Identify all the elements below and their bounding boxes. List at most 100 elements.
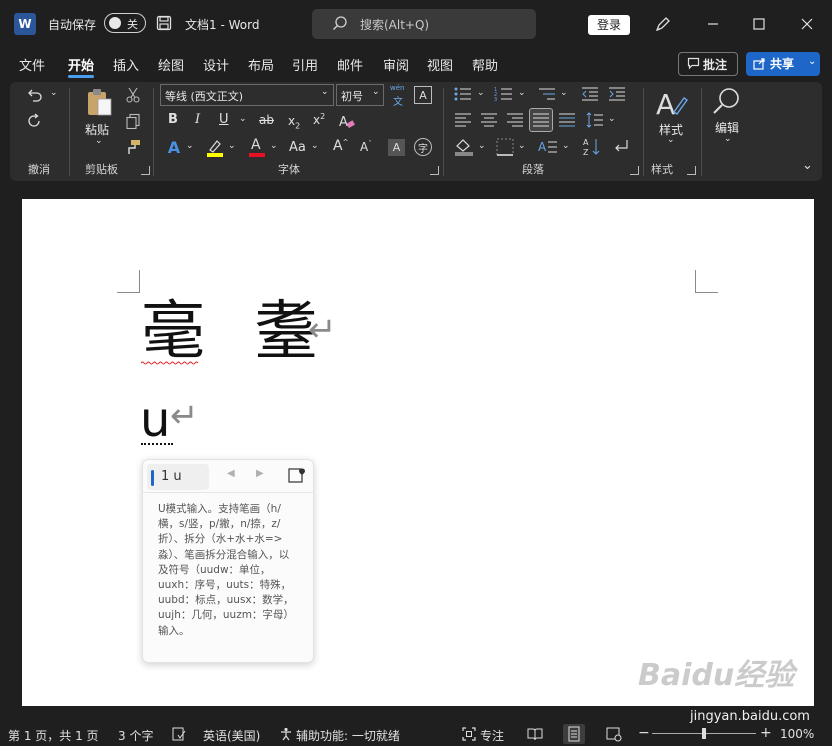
share-button[interactable]: 共享 ⌄ [746,52,820,76]
web-layout-icon[interactable] [606,726,622,742]
focus-label[interactable]: 专注 [480,727,504,744]
tab-draw[interactable]: 绘图 [158,55,184,74]
character-shading-icon[interactable]: A [388,139,405,156]
language[interactable]: 英语(美国) [203,727,260,744]
borders-dropdown-icon[interactable]: ⌄ [518,141,526,151]
enclose-characters-icon[interactable]: 字 [414,138,432,156]
multilevel-dropdown-icon[interactable]: ⌄ [560,88,568,98]
font-name-dropdown[interactable]: 等线 (西文正文) ⌄ [160,84,334,106]
tab-mailings[interactable]: 邮件 [337,55,363,74]
redo-icon[interactable] [24,112,44,130]
ime-favorite-icon[interactable] [287,466,305,484]
bold-icon[interactable]: B [168,112,178,127]
align-left-icon[interactable] [454,112,472,128]
close-icon[interactable] [792,10,822,38]
shading-dropdown-icon[interactable]: ⌄ [478,141,486,151]
undo-dropdown-icon[interactable]: ⌄ [50,88,58,98]
italic-icon[interactable]: I [195,112,200,127]
distributed-icon[interactable] [558,112,576,128]
align-center-icon[interactable] [480,112,498,128]
borders-icon[interactable] [496,138,514,156]
tab-file[interactable]: 文件 [19,55,45,74]
zoom-in-icon[interactable]: + [760,725,772,741]
copy-icon[interactable] [124,112,142,130]
line-spacing-icon[interactable] [586,111,604,129]
phonetic-guide-icon[interactable]: wén 文 [390,84,406,108]
font-launcher-icon[interactable] [430,166,439,175]
change-case-dropdown-icon[interactable]: ⌄ [311,141,319,151]
styles-icon[interactable]: A [656,88,688,121]
chinese-layout-dropdown-icon[interactable]: ⌄ [562,141,570,151]
chinese-layout-icon[interactable]: A [538,138,558,156]
tab-references[interactable]: 引用 [292,55,318,74]
search-icon[interactable] [712,86,742,116]
grow-font-icon[interactable]: A^ [333,138,348,154]
styles-launcher-icon[interactable] [687,166,696,175]
proofing-icon[interactable] [172,727,186,741]
tab-design[interactable]: 设计 [203,55,229,74]
page-info[interactable]: 第 1 页，共 1 页 [8,727,99,744]
font-color-icon[interactable]: A [248,137,266,157]
clipboard-launcher-icon[interactable] [141,166,150,175]
focus-icon[interactable] [462,727,476,741]
comments-button[interactable]: 批注 [678,52,738,76]
character-border-icon[interactable]: A [414,86,432,104]
accessibility-status[interactable]: 辅助功能: 一切就绪 [296,727,400,744]
read-mode-icon[interactable] [527,726,543,742]
tab-layout[interactable]: 布局 [248,55,274,74]
ribbon-collapse-icon[interactable]: ⌄ [802,158,813,173]
tab-help[interactable]: 帮助 [472,55,498,74]
autosave-toggle[interactable]: 关 [104,13,146,33]
clear-formatting-icon[interactable]: A [338,112,356,130]
text-effects-icon[interactable]: A [166,138,182,157]
maximize-icon[interactable] [744,10,774,38]
text-effects-dropdown-icon[interactable]: ⌄ [186,141,194,151]
word-count[interactable]: 3 个字 [118,727,153,744]
zoom-slider-thumb[interactable] [702,728,706,739]
editing-dropdown-icon[interactable]: ⌄ [724,134,732,144]
tab-review[interactable]: 审阅 [383,55,409,74]
underline-icon[interactable]: U [219,112,229,127]
increase-indent-icon[interactable] [608,86,626,102]
ime-prev-icon[interactable]: ◀ [227,468,235,479]
paste-icon[interactable] [84,86,114,118]
tab-home[interactable]: 开始 [68,55,94,74]
highlight-dropdown-icon[interactable]: ⌄ [228,141,236,151]
superscript-icon[interactable]: x2 [313,112,325,127]
shrink-font-icon[interactable]: Aˇ [360,140,372,154]
numbering-icon[interactable]: 123 [494,86,514,103]
strikethrough-icon[interactable]: ab [259,113,274,127]
zoom-level[interactable]: 100% [780,727,814,741]
bullets-dropdown-icon[interactable]: ⌄ [477,88,485,98]
numbering-dropdown-icon[interactable]: ⌄ [518,88,526,98]
change-case-icon[interactable]: Aa [289,140,306,155]
print-layout-icon[interactable] [563,724,585,744]
search-box[interactable]: 搜索(Alt+Q) [312,9,536,39]
save-icon[interactable] [156,15,172,31]
zoom-out-icon[interactable]: − [638,725,650,741]
minimize-icon[interactable] [698,10,728,38]
undo-icon[interactable] [24,86,44,104]
font-color-dropdown-icon[interactable]: ⌄ [270,141,278,151]
align-right-icon[interactable] [506,112,524,128]
paragraph-launcher-icon[interactable] [630,166,639,175]
subscript-icon[interactable]: x2 [288,114,300,130]
show-paragraph-marks-icon[interactable] [612,138,630,156]
login-button[interactable]: 登录 [588,15,630,35]
font-size-dropdown[interactable]: 初号 ⌄ [336,84,384,106]
ime-candidate-item[interactable]: 1 u [147,464,209,490]
decrease-indent-icon[interactable] [581,86,599,102]
shading-icon[interactable] [454,138,474,156]
highlight-icon[interactable] [206,138,224,158]
format-painter-icon[interactable] [124,138,142,156]
tab-view[interactable]: 视图 [427,55,453,74]
ime-next-icon[interactable]: ▶ [256,468,264,479]
styles-dropdown-icon[interactable]: ⌄ [667,135,675,145]
multilevel-list-icon[interactable] [537,86,557,102]
pen-icon[interactable] [652,13,674,35]
paste-dropdown-icon[interactable]: ⌄ [95,136,103,146]
line-spacing-dropdown-icon[interactable]: ⌄ [608,114,616,124]
cut-icon[interactable] [124,86,142,104]
sort-icon[interactable]: AZ [583,137,601,157]
bullets-icon[interactable] [453,86,473,102]
